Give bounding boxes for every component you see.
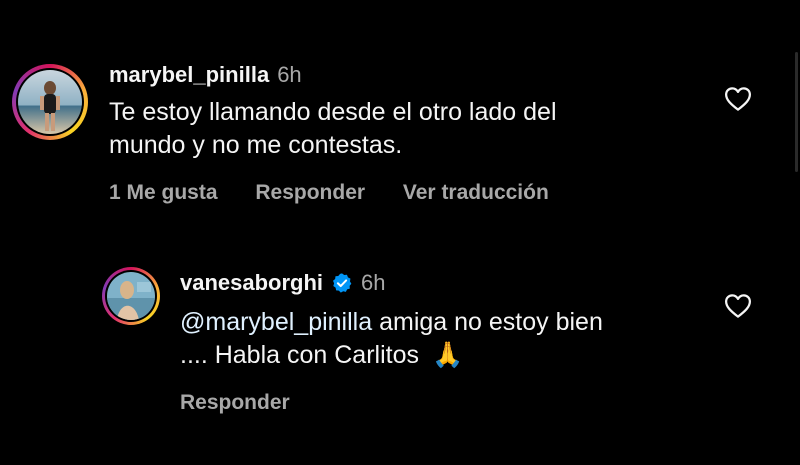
comment-username[interactable]: vanesaborghi 6h	[180, 270, 386, 296]
mention-link[interactable]: @marybel_pinilla	[180, 308, 372, 336]
praying-hands-emoji: 🙏	[431, 341, 464, 369]
heart-icon[interactable]	[723, 84, 753, 114]
comment-text: Te estoy llamando desde el otro lado del…	[109, 98, 557, 159]
verified-badge-icon	[333, 273, 352, 293]
comment-actions: Responder	[180, 391, 322, 415]
comment-actions: 1 Me gusta Responder Ver traducción	[109, 181, 581, 205]
scrollbar[interactable]	[795, 52, 798, 172]
avatar[interactable]	[102, 267, 160, 325]
heart-icon[interactable]	[723, 291, 753, 321]
comment-time: 6h	[277, 62, 302, 87]
reply-button[interactable]: Responder	[255, 181, 365, 204]
avatar[interactable]	[12, 64, 88, 140]
comment-username[interactable]: marybel_pinilla 6h	[109, 62, 302, 88]
avatar-photo	[18, 70, 82, 134]
reply-button[interactable]: Responder	[180, 391, 290, 414]
translate-button[interactable]: Ver traducción	[403, 181, 549, 204]
avatar-photo	[107, 272, 155, 320]
comment-time: 6h	[361, 270, 386, 295]
comment-text: @marybel_pinilla amiga no estoy bien ...…	[180, 308, 603, 369]
likes-count[interactable]: 1 Me gusta	[109, 181, 218, 204]
